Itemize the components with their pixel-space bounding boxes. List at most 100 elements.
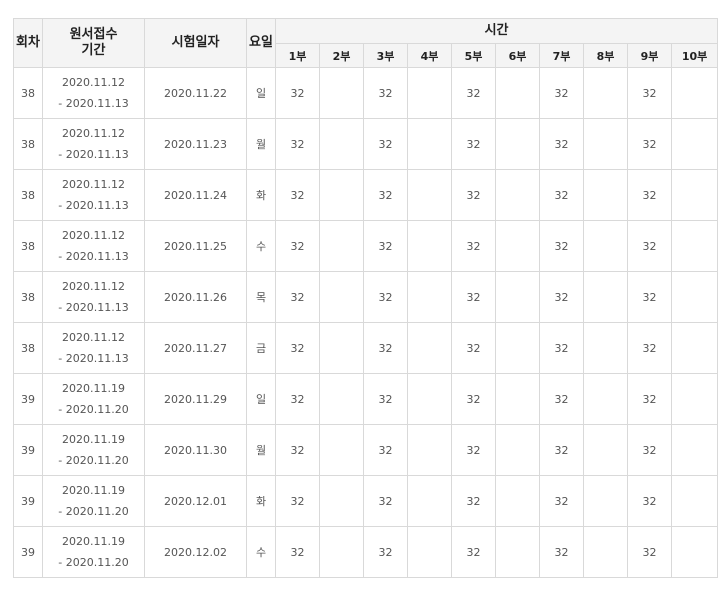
header-session-4: 4부: [407, 43, 452, 68]
period-start: 2020.11.12: [62, 127, 125, 140]
cell-session-6: [495, 67, 540, 119]
cell-session-4: [407, 526, 452, 578]
cell-weekday: 목: [246, 271, 276, 323]
cell-session-9: 32: [627, 220, 672, 272]
cell-session-1: 32: [275, 424, 320, 476]
header-application-period: 원서접수 기간: [42, 18, 145, 68]
cell-session-1: 32: [275, 322, 320, 374]
cell-session-10: [670, 526, 719, 578]
cell-application-period: 2020.11.19 - 2020.11.20: [42, 475, 145, 527]
cell-session-2: [319, 424, 364, 476]
cell-session-4: [407, 424, 452, 476]
cell-session-8: [583, 271, 628, 323]
cell-exam-date: 2020.11.29: [144, 373, 247, 425]
period-end: - 2020.11.13: [58, 199, 129, 212]
table-row: 39 2020.11.19- 2020.11.20 2020.11.30 월 32 32 3…: [13, 424, 719, 476]
period-start: 2020.11.12: [62, 76, 125, 89]
header-session-5: 5부: [451, 43, 496, 68]
cell-application-period: 2020.11.19 - 2020.11.20: [42, 526, 145, 578]
header-session-8: 8부: [583, 43, 628, 68]
cell-weekday: 화: [246, 475, 276, 527]
cell-session-5: 32: [451, 373, 496, 425]
cell-weekday: 월: [246, 424, 276, 476]
cell-session-1: 32: [275, 271, 320, 323]
table-row: 39 2020.11.19- 2020.11.20 2020.12.01 화 32 32 3…: [13, 475, 719, 527]
cell-session-7: 32: [539, 67, 584, 119]
period-start: 2020.11.19: [62, 382, 125, 395]
cell-session-2: [319, 526, 364, 578]
cell-session-1: 32: [275, 373, 320, 425]
cell-session-9: 32: [627, 424, 672, 476]
cell-session-2: [319, 322, 364, 374]
cell-session-4: [407, 67, 452, 119]
cell-session-6: [495, 424, 540, 476]
header-round: 회차: [13, 18, 43, 68]
period-end: - 2020.11.13: [58, 250, 129, 263]
cell-session-5: 32: [451, 118, 496, 170]
cell-session-2: [319, 475, 364, 527]
cell-round: 39: [13, 424, 43, 476]
cell-session-9: 32: [627, 169, 672, 221]
period-end: - 2020.11.13: [58, 148, 129, 161]
period-end: - 2020.11.20: [58, 403, 129, 416]
cell-exam-date: 2020.11.25: [144, 220, 247, 272]
cell-session-6: [495, 220, 540, 272]
period-end: - 2020.11.13: [58, 301, 129, 314]
cell-weekday: 수: [246, 526, 276, 578]
cell-session-5: 32: [451, 424, 496, 476]
table-row: 38 2020.11.12- 2020.11.13 2020.11.23 월 32 32 3…: [13, 118, 719, 170]
table-row: 38 2020.11.12- 2020.11.13 2020.11.27 금 32 32 3…: [13, 322, 719, 374]
cell-session-4: [407, 475, 452, 527]
cell-session-5: 32: [451, 322, 496, 374]
cell-session-9: 32: [627, 118, 672, 170]
cell-session-6: [495, 373, 540, 425]
cell-session-7: 32: [539, 169, 584, 221]
period-end: - 2020.11.20: [58, 556, 129, 569]
table-row: 38 2020.11.12- 2020.11.13 2020.11.22 일 32 32 3…: [13, 67, 719, 119]
header-row-top: 회차 원서접수 기간 시험일자 요일 시간: [13, 18, 719, 68]
cell-session-8: [583, 424, 628, 476]
cell-session-9: 32: [627, 373, 672, 425]
cell-session-10: [670, 475, 719, 527]
cell-session-1: 32: [275, 67, 320, 119]
cell-session-5: 32: [451, 169, 496, 221]
cell-session-5: 32: [451, 67, 496, 119]
cell-session-7: 32: [539, 322, 584, 374]
period-start: 2020.11.12: [62, 178, 125, 191]
cell-session-2: [319, 220, 364, 272]
cell-exam-date: 2020.11.22: [144, 67, 247, 119]
period-start: 2020.11.19: [62, 535, 125, 548]
period-end: - 2020.11.13: [58, 97, 129, 110]
header-session-6: 6부: [495, 43, 540, 68]
header-session-9: 9부: [627, 43, 672, 68]
cell-exam-date: 2020.12.02: [144, 526, 247, 578]
period-start: 2020.11.12: [62, 280, 125, 293]
cell-session-2: [319, 118, 364, 170]
cell-round: 38: [13, 67, 43, 119]
cell-session-9: 32: [627, 475, 672, 527]
cell-session-3: 32: [363, 169, 408, 221]
cell-session-4: [407, 271, 452, 323]
cell-session-5: 32: [451, 526, 496, 578]
header-application-period-line1: 원서접수: [69, 27, 118, 42]
cell-session-6: [495, 271, 540, 323]
cell-weekday: 월: [246, 118, 276, 170]
cell-session-1: 32: [275, 169, 320, 221]
cell-exam-date: 2020.12.01: [144, 475, 247, 527]
cell-session-7: 32: [539, 118, 584, 170]
cell-session-7: 32: [539, 220, 584, 272]
cell-application-period: 2020.11.12 - 2020.11.13: [42, 322, 145, 374]
cell-session-2: [319, 373, 364, 425]
cell-round: 39: [13, 373, 43, 425]
cell-session-2: [319, 67, 364, 119]
cell-session-9: 32: [627, 322, 672, 374]
period-start: 2020.11.12: [62, 229, 125, 242]
cell-session-1: 32: [275, 118, 320, 170]
cell-weekday: 금: [246, 322, 276, 374]
cell-session-5: 32: [451, 220, 496, 272]
cell-session-8: [583, 373, 628, 425]
header-time: 시간: [274, 18, 719, 44]
cell-session-10: [670, 118, 719, 170]
period-start: 2020.11.19: [62, 484, 125, 497]
cell-round: 39: [13, 475, 43, 527]
